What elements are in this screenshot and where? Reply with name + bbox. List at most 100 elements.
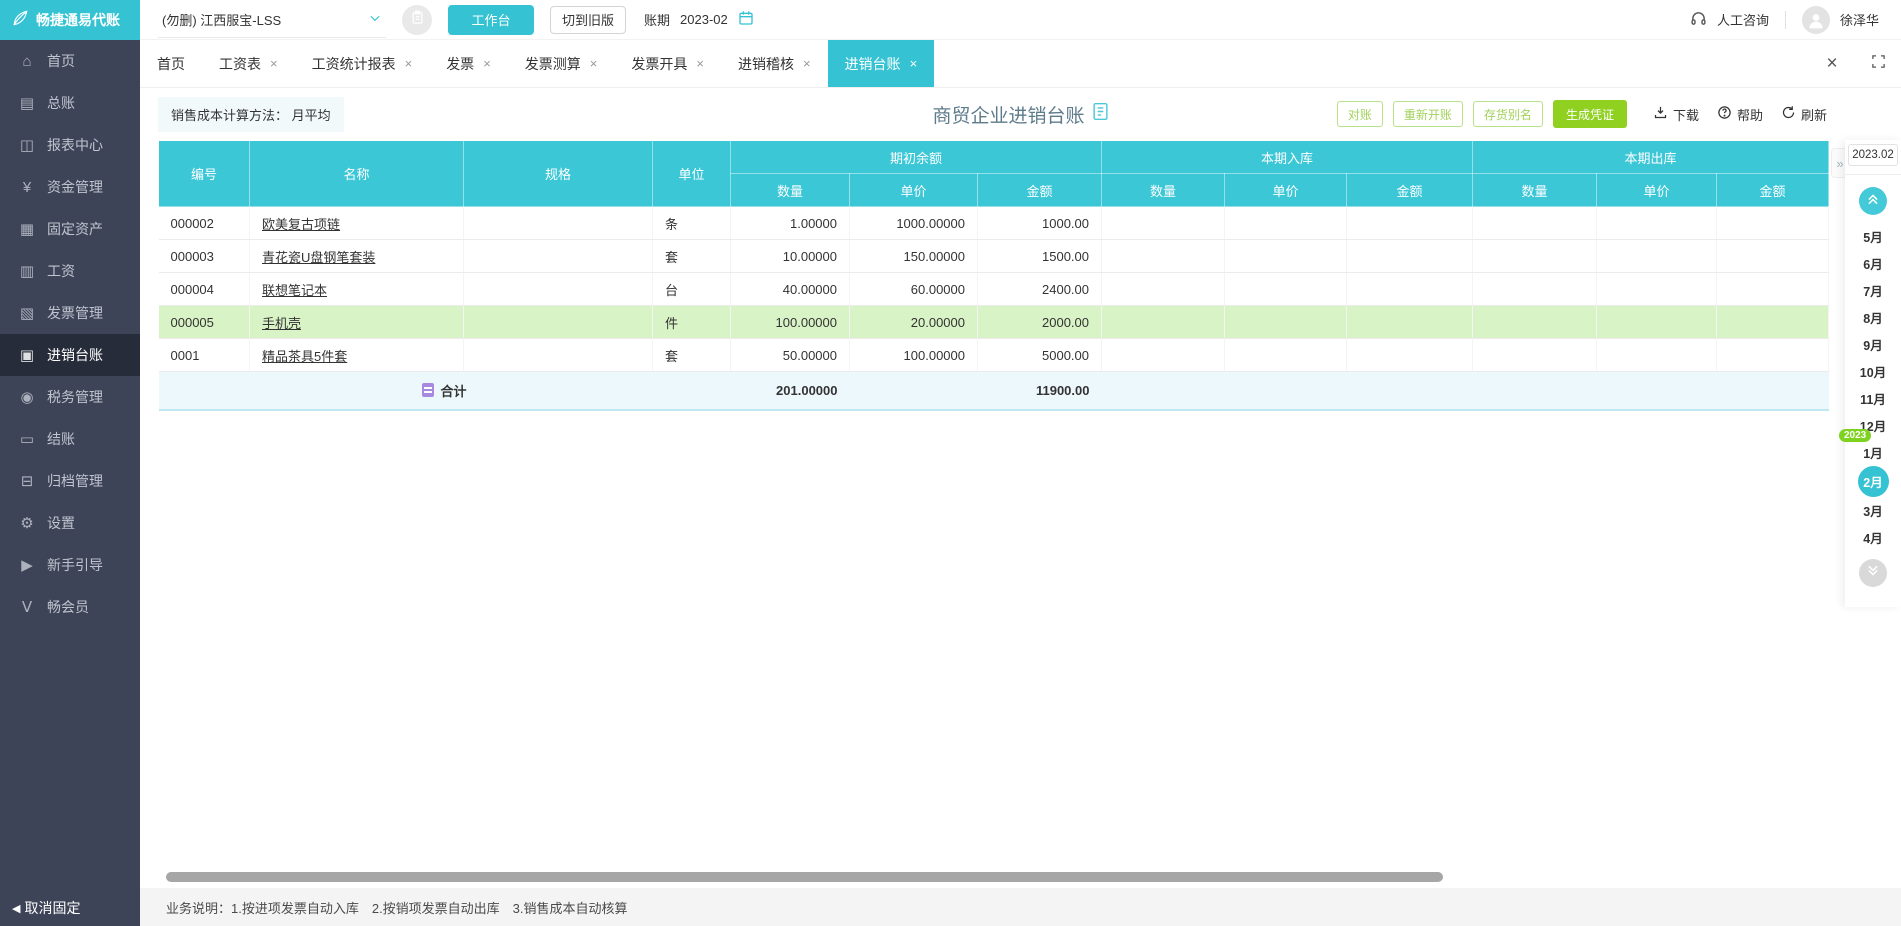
close-tab-icon[interactable]: × — [696, 56, 704, 71]
unpin-sidebar-button[interactable]: ◀ 取消固定 — [12, 898, 80, 918]
month-9月[interactable]: 9月 — [1856, 331, 1890, 358]
sub-header-qty[interactable]: 数量 — [730, 173, 850, 207]
sidebar-item-general-ledger[interactable]: ▤ 总账 — [0, 82, 140, 124]
close-tab-icon[interactable]: × — [590, 56, 598, 71]
scroll-months-down-button[interactable] — [1859, 559, 1887, 587]
close-all-tabs-button[interactable]: × — [1809, 40, 1855, 87]
product-name-link[interactable]: 精品茶具5件套 — [262, 349, 347, 364]
tab-bar: 首页 工资表 × 工资统计报表 × 发票 × 发票测算 × 发票开具 × 进销稽核 × 进销台账 × × — [140, 40, 1901, 88]
col-header-name[interactable]: 名称 — [249, 140, 464, 207]
sidebar-item-label: 归档管理 — [47, 473, 103, 489]
tab-purchase-sale-audit[interactable]: 进销稽核 × — [721, 40, 828, 87]
col-header-unit[interactable]: 单位 — [652, 140, 731, 207]
tab-label: 进销台账 — [844, 55, 901, 72]
reconcile-button[interactable]: 对账 — [1336, 101, 1383, 127]
summary-icon — [422, 383, 435, 398]
download-link[interactable]: 下载 — [1653, 105, 1699, 124]
month-7月[interactable]: 7月 — [1856, 277, 1890, 304]
fullscreen-button[interactable] — [1855, 40, 1901, 87]
reopen-books-button[interactable]: 重新开账 — [1392, 101, 1463, 127]
tab-payroll-stats-report[interactable]: 工资统计报表 × — [295, 40, 430, 87]
settings-icon: ⚙ — [20, 515, 34, 532]
cell-empty — [1596, 305, 1717, 339]
group-header-opening: 期初余额 — [730, 140, 1102, 174]
product-name-link[interactable]: 手机壳 — [262, 316, 301, 331]
month-3月[interactable]: 3月 — [1856, 497, 1890, 524]
sidebar-item-payroll[interactable]: ▥ 工资 — [0, 250, 140, 292]
sub-header-amount[interactable]: 金额 — [1346, 173, 1473, 207]
sidebar-item-report-center[interactable]: ◫ 报表中心 — [0, 124, 140, 166]
product-name-link[interactable]: 联想笔记本 — [262, 283, 327, 298]
avatar[interactable] — [1801, 5, 1830, 34]
horizontal-scrollbar[interactable] — [166, 872, 1443, 882]
sidebar-item-settings[interactable]: ⚙ 设置 — [0, 502, 140, 544]
month-6月[interactable]: 6月 — [1856, 250, 1890, 277]
sub-header-amount[interactable]: 金额 — [977, 173, 1102, 207]
company-selector[interactable]: (勿删) 江西服宝-LSS — [158, 2, 386, 38]
sidebar-item-label: 结账 — [47, 431, 75, 447]
sidebar-item-label: 新手引导 — [47, 557, 103, 573]
tab-payroll-sheet[interactable]: 工资表 × — [202, 40, 295, 87]
tab-home[interactable]: 首页 — [140, 40, 202, 87]
switch-old-version-button[interactable]: 切到旧版 — [550, 5, 627, 34]
product-name-link[interactable]: 青花瓷U盘钢笔套装 — [262, 250, 375, 265]
username[interactable]: 徐泽华 — [1840, 10, 1879, 29]
sidebar-item-home[interactable]: ⌂ 首页 — [0, 40, 140, 82]
tab-purchase-sale-ledger[interactable]: 进销台账 × — [827, 40, 935, 87]
month-1月[interactable]: 1月 2023 — [1839, 429, 1890, 466]
sidebar-item-closing[interactable]: ▭ 结账 — [0, 418, 140, 460]
close-tab-icon[interactable]: × — [405, 56, 413, 71]
sub-header-price[interactable]: 单价 — [1224, 173, 1347, 207]
sub-header-price[interactable]: 单价 — [1596, 173, 1717, 207]
calendar-icon[interactable] — [738, 10, 754, 29]
sidebar-item-invoice-management[interactable]: ▧ 发票管理 — [0, 292, 140, 334]
tab-invoice-issue[interactable]: 发票开具 × — [614, 40, 721, 87]
tab-invoice-calc[interactable]: 发票测算 × — [508, 40, 615, 87]
sub-header-amount[interactable]: 金额 — [1716, 173, 1829, 207]
sub-header-qty[interactable]: 数量 — [1101, 173, 1225, 207]
close-tab-icon[interactable]: × — [910, 56, 918, 71]
month-11月[interactable]: 11月 — [1856, 385, 1890, 412]
workbench-button[interactable]: 工作台 — [448, 4, 534, 35]
tab-invoice[interactable]: 发票 × — [429, 40, 508, 87]
close-tab-icon[interactable]: × — [483, 56, 491, 71]
sub-header-price[interactable]: 单价 — [849, 173, 978, 207]
help-link[interactable]: 帮助 — [1717, 105, 1763, 124]
month-10月[interactable]: 10月 — [1856, 358, 1890, 385]
tab-actions: × — [1809, 40, 1901, 87]
cell-opening-qty: 40.00000 — [730, 272, 850, 306]
generate-voucher-button[interactable]: 生成凭证 — [1552, 100, 1627, 128]
sidebar-item-member[interactable]: Ⅴ 畅会员 — [0, 586, 140, 628]
month-8月[interactable]: 8月 — [1856, 304, 1890, 331]
sidebar-item-tax-management[interactable]: ◉ 税务管理 — [0, 376, 140, 418]
close-tab-icon[interactable]: × — [270, 56, 278, 71]
sidebar-item-label: 报表中心 — [47, 137, 103, 153]
period-value[interactable]: 2023-02 — [680, 12, 728, 27]
month-5月[interactable]: 5月 — [1856, 223, 1890, 250]
month-4月[interactable]: 4月 — [1856, 524, 1890, 551]
refresh-link[interactable]: 刷新 — [1781, 105, 1827, 124]
col-header-no[interactable]: 编号 — [158, 140, 250, 207]
cell-empty — [1101, 305, 1225, 339]
cell-no: 000004 — [158, 272, 250, 306]
table-row: 0001 精品茶具5件套 套 50.00000 100.00000 5000.00 — [158, 338, 1829, 372]
sidebar-item-archive-management[interactable]: ⊟ 归档管理 — [0, 460, 140, 502]
consult-link[interactable]: 人工咨询 — [1717, 10, 1769, 29]
app-logo: 畅捷通易代账 — [0, 0, 140, 40]
notes-button[interactable] — [402, 4, 432, 35]
product-name-link[interactable]: 欧美复古项链 — [262, 217, 340, 232]
sidebar-item-beginner-guide[interactable]: ▶ 新手引导 — [0, 544, 140, 586]
month-2月[interactable]: 2月 — [1857, 466, 1889, 497]
sub-header-qty[interactable]: 数量 — [1472, 173, 1597, 207]
sidebar-item-purchase-sale-ledger[interactable]: ▣ 进销台账 — [0, 334, 140, 376]
inventory-alias-button[interactable]: 存货别名 — [1472, 101, 1543, 127]
cell-empty — [1224, 239, 1347, 273]
cell-unit: 件 — [652, 305, 731, 339]
sidebar-item-funds-management[interactable]: ¥ 资金管理 — [0, 166, 140, 208]
scroll-months-up-button[interactable] — [1859, 187, 1887, 215]
sidebar-item-fixed-assets[interactable]: ▦ 固定资产 — [0, 208, 140, 250]
col-header-spec[interactable]: 规格 — [463, 140, 653, 207]
payroll-icon: ▥ — [19, 263, 35, 280]
close-tab-icon[interactable]: × — [803, 56, 811, 71]
total-opening-qty: 201.00000 — [730, 371, 850, 411]
